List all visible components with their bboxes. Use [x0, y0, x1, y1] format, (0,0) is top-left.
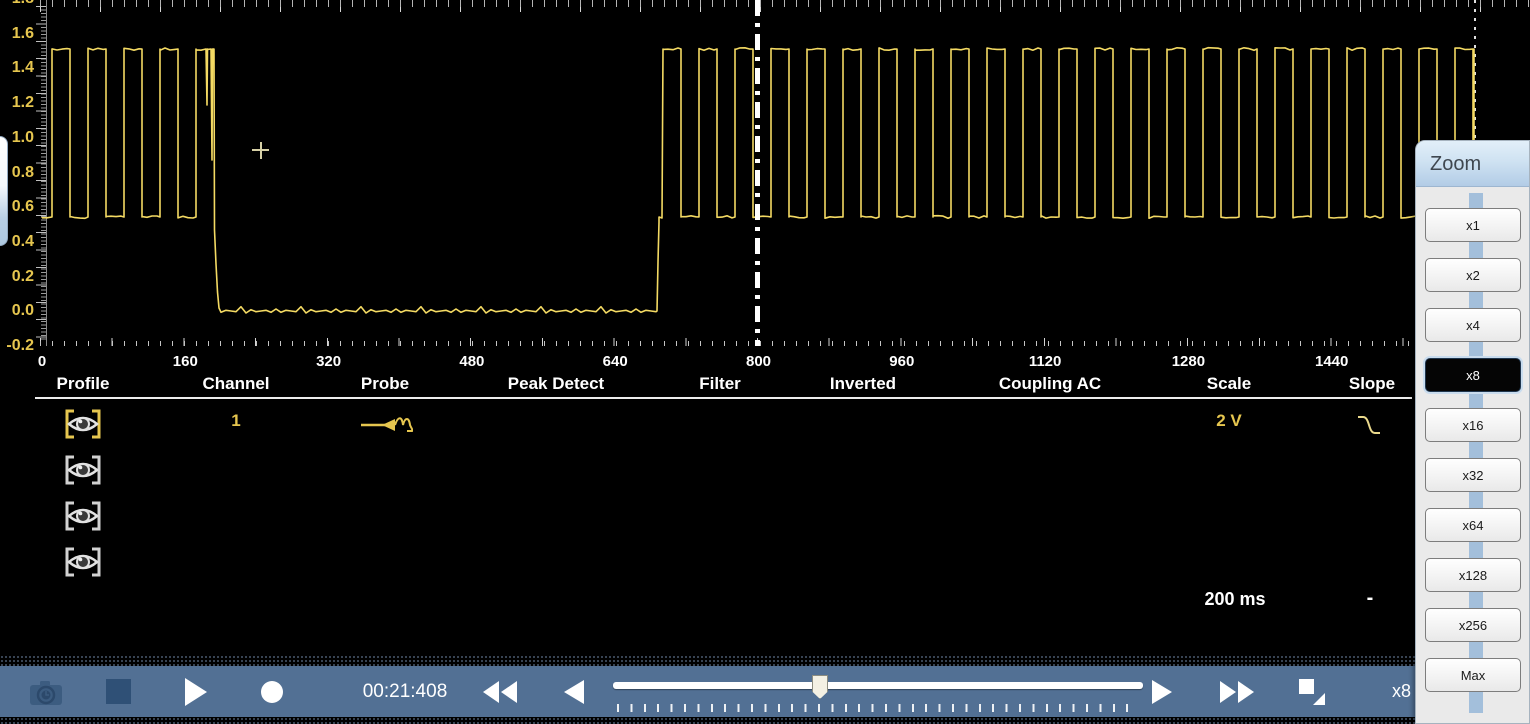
crosshair-cursor-icon	[259, 142, 262, 159]
stop-button[interactable]	[103, 666, 133, 717]
camera-snapshot-button[interactable]	[26, 666, 66, 717]
play-button[interactable]	[180, 666, 210, 717]
capture-frame-button[interactable]	[1296, 666, 1328, 717]
header-divider	[35, 397, 1412, 399]
playback-bar: 00:21:408 x8	[0, 655, 1530, 724]
y-axis-label: 0.2	[11, 267, 34, 285]
y-axis-label: 1.8	[0, 0, 34, 10]
zoom-option-x16[interactable]: x16	[1425, 408, 1521, 442]
visibility-eye-button[interactable]	[64, 454, 102, 486]
table-row	[0, 498, 1415, 536]
zoom-option-x256[interactable]: x256	[1425, 608, 1521, 642]
visibility-eye-button[interactable]	[64, 500, 102, 532]
step-forward-button[interactable]	[1148, 666, 1176, 717]
oscilloscope-app: 1.81.61.41.21.00.80.60.40.20.0-0.2 01603…	[0, 0, 1530, 724]
rewind-button[interactable]	[482, 666, 518, 717]
zoom-panel-title: Zoom	[1416, 141, 1529, 187]
elapsed-time: 00:21:408	[362, 681, 448, 702]
playback-controls: 00:21:408 x8	[0, 666, 1530, 717]
fast-forward-button[interactable]	[1218, 666, 1256, 717]
y-axis-label: 1.4	[11, 59, 34, 77]
x-axis-label: 1120	[1028, 353, 1062, 370]
channel-number[interactable]: 1	[231, 411, 240, 431]
x-axis-label: 1280	[1171, 353, 1206, 370]
column-header: Slope	[1348, 374, 1396, 393]
zoom-option-x2[interactable]: x2	[1425, 258, 1521, 292]
visibility-eye-button[interactable]	[64, 546, 102, 578]
seek-slider-ticks	[617, 704, 1139, 712]
column-header: Probe	[360, 374, 410, 393]
column-header: Peak Detect	[507, 374, 605, 393]
zoom-panel: Zoom x1 x2 x4 x8 x16 x32 x64 x128 x256 Max	[1415, 140, 1530, 724]
y-axis-label: 1.2	[11, 94, 34, 112]
channel-offset-handle[interactable]	[0, 136, 8, 246]
seek-slider-thumb[interactable]	[812, 675, 828, 699]
time-cursor-line[interactable]	[755, 0, 760, 346]
x-axis-label: 320	[316, 353, 342, 370]
zoom-option-x128[interactable]: x128	[1425, 558, 1521, 592]
step-back-button[interactable]	[560, 666, 588, 717]
channel1-waveform	[41, 46, 1475, 314]
zoom-option-x64[interactable]: x64	[1425, 508, 1521, 542]
zoom-option-x1[interactable]: x1	[1425, 208, 1521, 242]
table-row: 1 2 V	[0, 406, 1415, 444]
visibility-eye-button[interactable]	[64, 408, 102, 440]
scale-value[interactable]: 2 V	[1216, 411, 1242, 431]
channel-settings-table: Profile Channel Probe Peak Detect Filter Inve…	[0, 374, 1530, 626]
timebase-value: 200 ms	[1204, 589, 1266, 609]
x-axis-labels: 0 160 320 480 640 800 960 1120 1280 1440	[0, 352, 1530, 374]
seek-slider-track[interactable]	[613, 682, 1143, 689]
x-axis-label: 640	[602, 353, 628, 370]
column-header: Profile	[56, 374, 110, 393]
x-axis-label: 0	[37, 353, 47, 370]
x-axis-label: 960	[889, 353, 915, 370]
column-header: Filter	[699, 374, 741, 393]
y-axis-label: -0.2	[6, 337, 34, 352]
zoom-option-x8[interactable]: x8	[1425, 358, 1521, 392]
x-axis-label: 160	[172, 353, 198, 370]
table-row	[0, 452, 1415, 490]
zoom-option-x32[interactable]: x32	[1425, 458, 1521, 492]
dotted-divider	[0, 717, 1530, 724]
y-axis-label: 0.0	[11, 302, 34, 320]
column-header: Channel	[202, 374, 270, 393]
zoom-option-Max[interactable]: Max	[1425, 658, 1521, 692]
x-axis-label: 800	[745, 353, 772, 370]
dotted-divider	[0, 655, 1530, 666]
column-header: Scale	[1206, 374, 1252, 393]
record-button[interactable]	[257, 666, 287, 717]
x-axis-label: 480	[459, 353, 485, 370]
slope-falling-icon[interactable]	[1355, 414, 1383, 441]
waveform-plot[interactable]: 1.81.61.41.21.00.80.60.40.20.0-0.2	[0, 0, 1530, 352]
x-axis-label: 1440	[1315, 353, 1349, 370]
probe-icon[interactable]	[359, 411, 414, 442]
zoom-option-x4[interactable]: x4	[1425, 308, 1521, 342]
column-header: Coupling AC	[998, 374, 1102, 393]
y-axis-label: 1.6	[11, 24, 34, 42]
table-row	[0, 544, 1415, 582]
timebase-decrease-button[interactable]: -	[1355, 587, 1385, 610]
column-header: Inverted	[829, 374, 897, 393]
